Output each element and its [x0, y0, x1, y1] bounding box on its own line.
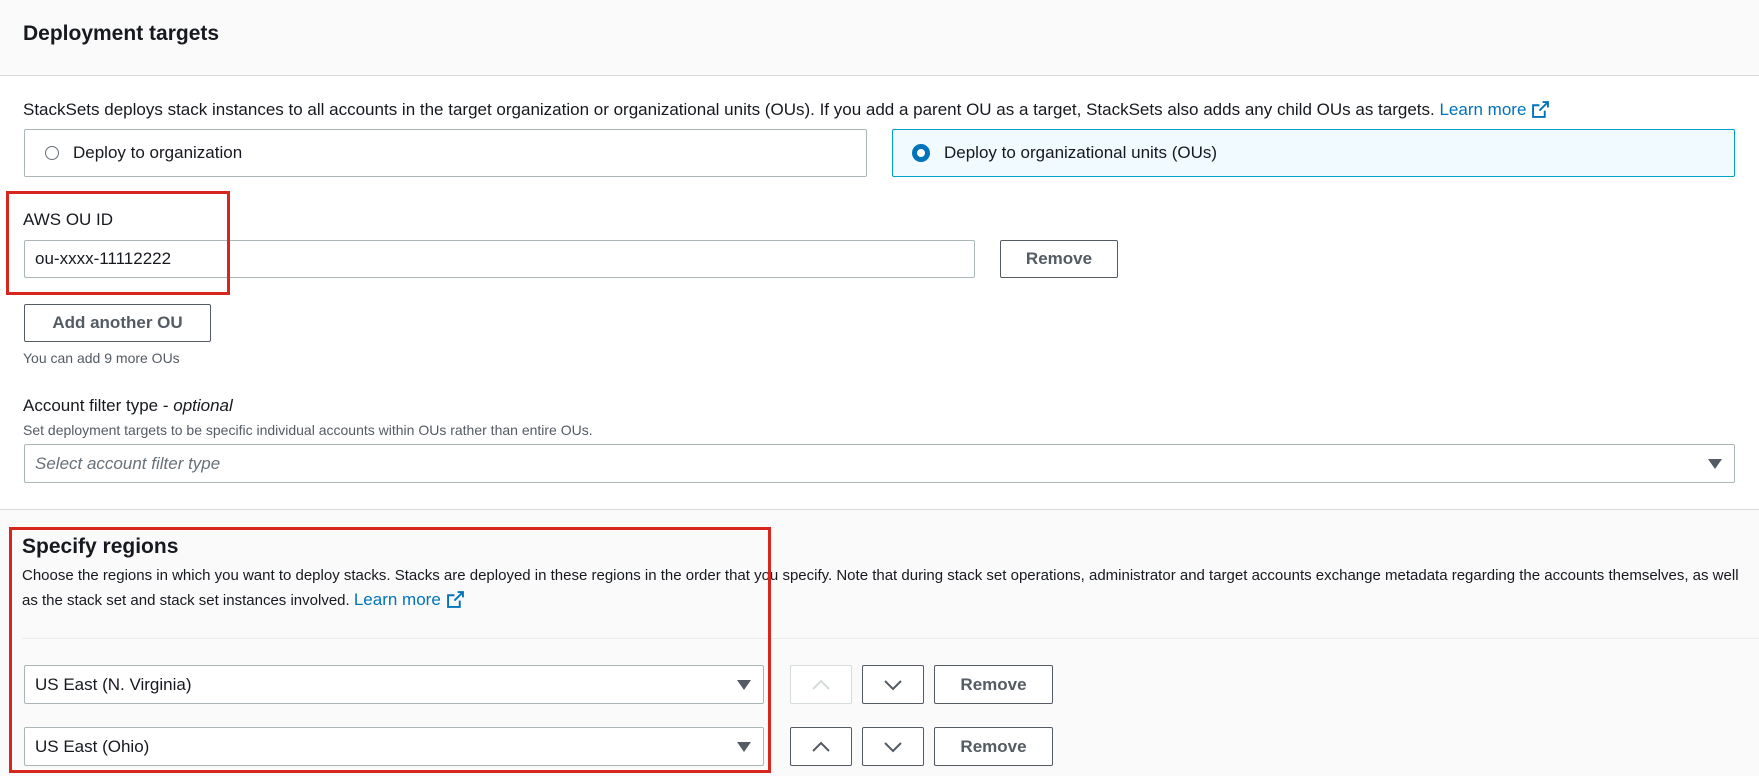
remove-ou-button[interactable]: Remove [1000, 240, 1118, 278]
account-filter-placeholder: Select account filter type [35, 453, 221, 473]
external-link-icon [1532, 101, 1550, 123]
learn-more-link[interactable]: Learn more [1439, 100, 1550, 119]
move-up-button-1[interactable] [790, 665, 852, 704]
deployment-targets-description-text: StackSets deploys stack instances to all… [23, 100, 1435, 119]
account-filter-label: Account filter type - optional [23, 396, 233, 416]
deploy-to-ous-label: Deploy to organizational units (OUs) [944, 143, 1218, 162]
radio-unselected-icon[interactable] [45, 146, 59, 160]
add-ou-hint: You can add 9 more OUs [23, 350, 180, 366]
account-filter-label-separator: - [158, 396, 174, 415]
move-down-button-1[interactable] [862, 665, 924, 704]
account-filter-hint: Set deployment targets to be specific in… [23, 422, 593, 438]
chevron-down-icon [884, 679, 902, 690]
move-up-button-2[interactable] [790, 727, 852, 766]
add-another-ou-button[interactable]: Add another OU [24, 304, 211, 342]
learn-more-link-text[interactable]: Learn more [1439, 100, 1526, 119]
chevron-up-icon [812, 741, 830, 752]
account-filter-select[interactable]: Select account filter type [24, 444, 1735, 483]
chevron-down-icon [884, 741, 902, 752]
deploy-to-ous-option[interactable]: Deploy to organizational units (OUs) [892, 129, 1735, 177]
deployment-targets-description: StackSets deploys stack instances to all… [23, 100, 1550, 123]
deployment-targets-title: Deployment targets [23, 22, 220, 45]
caret-down-icon [1708, 458, 1722, 469]
optional-tag: optional [173, 396, 233, 415]
radio-selected-icon[interactable] [912, 144, 930, 162]
remove-region-button-1[interactable]: Remove [934, 665, 1053, 704]
account-filter-label-text: Account filter type [23, 396, 159, 415]
remove-region-button-2[interactable]: Remove [934, 727, 1053, 766]
deploy-to-organization-label: Deploy to organization [73, 143, 243, 162]
ou-id-highlight-box [6, 191, 230, 295]
deployment-targets-header [0, 0, 1759, 76]
move-down-button-2[interactable] [862, 727, 924, 766]
regions-highlight-box [9, 527, 771, 773]
chevron-up-icon [812, 679, 830, 690]
deploy-to-organization-option[interactable]: Deploy to organization [24, 129, 867, 177]
